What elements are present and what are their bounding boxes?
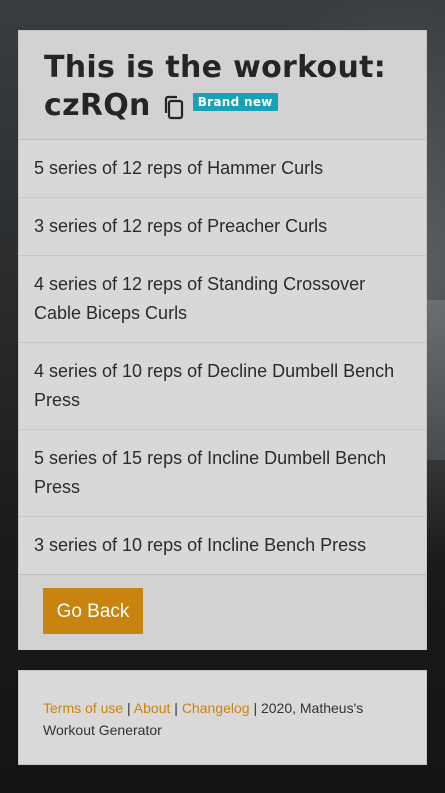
exercise-text: 3 series of 10 reps of Incline Bench Pre… [34,535,367,555]
exercise-item: 5 series of 12 reps of Hammer Curls [19,140,426,198]
exercise-item: 5 series of 15 reps of Incline Dumbell B… [19,430,426,517]
exercise-item: 4 series of 10 reps of Decline Dumbell B… [19,343,426,430]
exercise-text: 5 series of 15 reps of Incline Dumbell B… [34,448,387,497]
workout-title: This is the workout: [44,50,387,85]
copy-icon[interactable] [162,93,186,120]
terms-link[interactable]: Terms of use [43,700,123,716]
workout-header: This is the workout: czRQn Brand new [19,31,426,140]
workout-code: czRQn [44,88,151,123]
footer-separator: | [174,700,178,716]
exercise-text: 4 series of 12 reps of Standing Crossove… [34,274,366,323]
exercise-item: 3 series of 10 reps of Incline Bench Pre… [19,517,426,575]
exercise-text: 5 series of 12 reps of Hammer Curls [34,158,324,178]
exercise-item: 4 series of 12 reps of Standing Crossove… [19,256,426,343]
site-footer: Terms of use | About | Changelog | 2020,… [18,670,427,765]
workout-card: This is the workout: czRQn Brand new 5 s… [18,30,427,650]
exercise-text: 4 series of 10 reps of Decline Dumbell B… [34,361,395,410]
card-actions: Go Back [19,575,426,650]
exercise-text: 3 series of 12 reps of Preacher Curls [34,216,328,236]
go-back-button[interactable]: Go Back [43,588,143,634]
footer-separator: | [127,700,131,716]
changelog-link[interactable]: Changelog [182,700,250,716]
about-link[interactable]: About [134,700,171,716]
exercise-item: 3 series of 12 reps of Preacher Curls [19,198,426,256]
workout-code-row: czRQn Brand new [44,87,426,125]
brand-new-badge: Brand new [192,93,278,111]
